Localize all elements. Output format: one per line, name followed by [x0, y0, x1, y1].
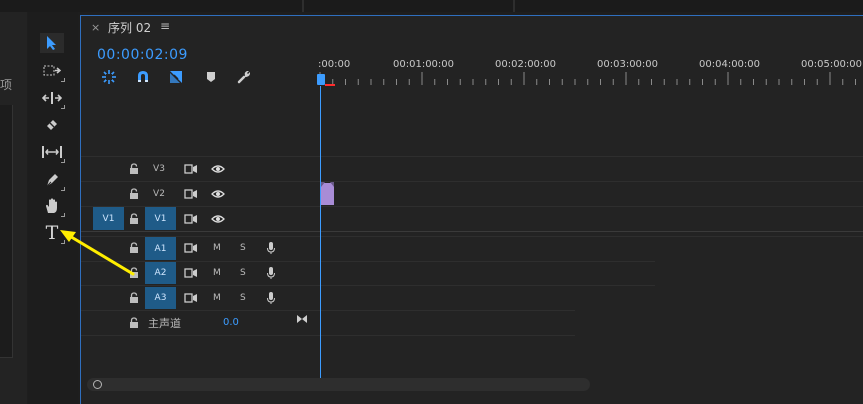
time-ruler[interactable] — [318, 72, 863, 86]
playhead-timecode[interactable]: 00:00:02:09 — [97, 47, 188, 63]
tool-group-corner — [61, 105, 65, 109]
panel-menu-icon[interactable]: ≡ — [160, 19, 170, 33]
sequence-tab-title[interactable]: 序列 02 — [108, 19, 151, 36]
slip-tool[interactable] — [40, 142, 65, 163]
eye-icon[interactable] — [211, 189, 225, 199]
ruler-label: 00:01:00:00 — [393, 59, 455, 70]
row-divider — [81, 181, 863, 182]
pen-tool[interactable] — [40, 170, 65, 191]
track-label-a2[interactable]: A2 — [145, 262, 176, 284]
nest-icon[interactable] — [101, 69, 117, 85]
add-marker-icon[interactable] — [203, 69, 219, 85]
mic-icon[interactable] — [266, 241, 276, 255]
toggle-sync-icon[interactable] — [184, 189, 198, 199]
project-panel-content — [0, 105, 13, 358]
zoom-handle[interactable] — [93, 380, 102, 389]
mute-button[interactable]: M — [213, 268, 221, 278]
ripple-edit-tool[interactable] — [40, 88, 65, 109]
row-divider — [81, 206, 863, 207]
solo-button[interactable]: S — [240, 293, 246, 303]
razor-tool[interactable] — [40, 115, 64, 135]
ruler-label: 00:03:00:00 — [597, 59, 659, 70]
track-lock-icon[interactable] — [129, 292, 139, 304]
mute-button[interactable]: M — [213, 293, 221, 303]
row-divider — [81, 310, 575, 311]
row-divider — [81, 236, 863, 237]
project-panel-label: 项 — [0, 78, 13, 92]
ruler-label: 00:05:00:00 — [801, 59, 863, 70]
clip-edge-marker — [321, 182, 334, 187]
top-bar — [0, 0, 863, 12]
close-tab-icon[interactable]: × — [91, 21, 100, 34]
hand-icon — [46, 198, 57, 213]
tool-group-corner — [61, 213, 65, 217]
playhead-line[interactable] — [320, 86, 321, 379]
panel-divider — [513, 0, 515, 12]
toggle-sync-icon[interactable] — [184, 243, 198, 253]
tool-group-corner — [61, 78, 65, 82]
selection-tool[interactable] — [40, 33, 64, 53]
pen-icon — [46, 174, 58, 187]
mic-icon[interactable] — [266, 266, 276, 280]
mic-icon[interactable] — [266, 291, 276, 305]
track-lock-icon[interactable] — [129, 317, 139, 329]
row-divider — [81, 231, 863, 232]
track-label-a1[interactable]: A1 — [145, 237, 176, 260]
tool-group-corner — [61, 159, 65, 163]
row-divider — [81, 285, 655, 286]
track-select-icon — [43, 65, 61, 76]
track-label-v2[interactable]: V2 — [144, 189, 174, 199]
panel-divider — [302, 0, 304, 12]
ruler-label: 00:04:00:00 — [699, 59, 761, 70]
row-divider — [81, 156, 863, 157]
toggle-sync-icon[interactable] — [184, 268, 198, 278]
razor-icon — [47, 120, 57, 130]
track-lock-icon[interactable] — [129, 163, 139, 175]
track-select-tool[interactable] — [40, 61, 65, 82]
timeline-zoom-scrollbar[interactable] — [87, 378, 590, 391]
linked-selection-icon[interactable] — [168, 69, 184, 85]
toggle-sync-icon[interactable] — [184, 293, 198, 303]
hand-tool[interactable] — [40, 196, 65, 217]
solo-button[interactable]: S — [240, 243, 246, 253]
eye-icon[interactable] — [211, 214, 225, 224]
render-bar — [325, 84, 335, 86]
toggle-sync-icon[interactable] — [184, 164, 198, 174]
annotation-arrow-icon — [60, 230, 135, 276]
ruler-label: :00:00 — [318, 59, 351, 70]
track-label-a3[interactable]: A3 — [145, 287, 176, 309]
ruler-label: 00:02:00:00 — [495, 59, 557, 70]
mute-button[interactable]: M — [213, 243, 221, 253]
snap-icon[interactable] — [135, 69, 151, 85]
tool-group-corner — [61, 187, 65, 191]
track-label-v3[interactable]: V3 — [144, 164, 174, 174]
wrench-icon[interactable] — [236, 69, 252, 85]
eye-icon[interactable] — [211, 164, 225, 174]
go-to-in-out-icon[interactable] — [296, 314, 308, 324]
row-divider — [81, 335, 575, 336]
master-track-label: 主声道 — [148, 317, 181, 330]
track-label-v1[interactable]: V1 — [145, 207, 176, 230]
master-volume-value[interactable]: 0.0 — [223, 317, 239, 328]
track-lock-icon[interactable] — [129, 213, 139, 225]
slip-icon — [42, 146, 62, 158]
ripple-edit-icon — [42, 92, 62, 104]
toggle-sync-icon[interactable] — [184, 214, 198, 224]
track-lock-icon[interactable] — [129, 188, 139, 200]
arrow-icon — [47, 36, 56, 50]
solo-button[interactable]: S — [240, 268, 246, 278]
playhead-handle[interactable] — [317, 74, 325, 85]
